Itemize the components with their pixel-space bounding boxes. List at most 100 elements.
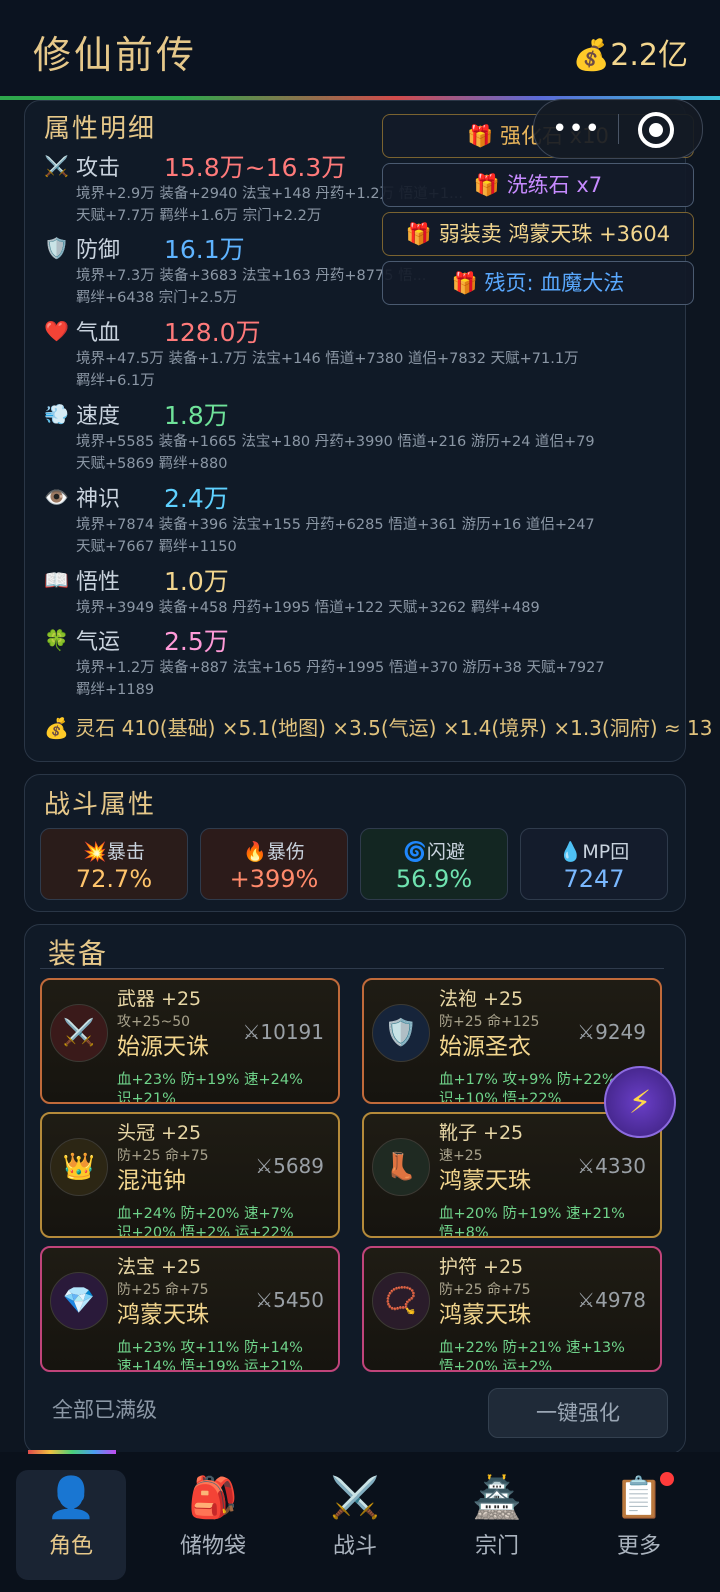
crown-icon: 👑 [50,1138,108,1196]
equip-bonus: 悟+20% 运+2% [439,1359,553,1372]
equipment-title: 装备 [48,937,109,970]
more-dots-icon[interactable]: ••• [552,114,601,144]
nav-character[interactable]: 👤 角色 [16,1470,126,1580]
money-bag-icon: 💰 [44,716,69,740]
nav-label: 更多 [616,1534,661,1559]
equip-card-treasure[interactable]: 💎 法宝 +25 防+25 命+75 鸿蒙天珠 ⚔5450 血+23% 攻+11… [40,1246,340,1372]
attr-name: 悟性 [76,570,121,595]
equip-card-amulet[interactable]: 📿 护符 +25 防+25 命+75 鸿蒙天珠 ⚔4978 血+22% 防+21… [362,1246,662,1372]
stat-label: 🌀闪避 [403,841,465,863]
equip-card-crown[interactable]: 👑 头冠 +25 防+25 命+75 混沌钟 ⚔5689 血+24% 防+20%… [40,1112,340,1238]
capsule-divider [618,114,619,144]
attr-detail: 天赋+7667 羁绊+1150 [76,539,237,555]
equip-name: 混沌钟 [117,1168,186,1194]
equip-power: ⚔5450 [255,1288,324,1312]
attr-name: 气运 [76,630,121,655]
explosion-icon: 💥 [83,841,107,863]
equip-bonus: 血+23% 防+19% 速+24% [117,1072,303,1088]
nav-sect[interactable]: 🏯 宗门 [442,1470,552,1580]
attr-detail: 境界+5585 装备+1665 法宝+180 丹药+3990 悟道+216 游历… [76,434,595,450]
equip-name: 鸿蒙天珠 [439,1302,531,1328]
equip-slot: 头冠 +25 [117,1122,202,1144]
spirit-stone-text: 灵石 410(基础) ×5.1(地图) ×3.5(气运) ×1.4(境界) ×1… [75,716,713,740]
attr-detail: 境界+3949 装备+458 丹药+1995 悟道+122 天赋+3262 羁绊… [76,600,540,616]
reward-toast: 🎁 洗练石 x7 [382,163,694,207]
money-bag-icon: 💰 [572,38,611,73]
clover-icon: 🍀 [44,628,69,652]
combat-title: 战斗属性 [44,790,157,820]
person-icon: 👤 [46,1475,96,1521]
gem-icon: 💎 [50,1272,108,1330]
shield-icon: 🛡️ [44,236,69,260]
attr-name: 速度 [76,404,121,429]
equip-bonus: 血+24% 防+20% 速+7% [117,1206,294,1222]
stat-dodge: 🌀闪避 56.9% [360,828,508,900]
eye-icon: 👁️ [44,485,69,509]
swords-icon: ⚔️ [44,154,69,178]
beads-icon: 📿 [372,1272,430,1330]
boot-icon: 👢 [372,1138,430,1196]
equip-bonus: 识+20% 悟+2% 运+22% [117,1225,294,1238]
equip-card-boots[interactable]: 👢 靴子 +25 速+25 鸿蒙天珠 ⚔4330 血+20% 防+19% 速+2… [362,1112,662,1238]
lightning-fab[interactable]: ⚡ [604,1066,676,1138]
equip-slot: 法宝 +25 [117,1256,202,1278]
clipboard-icon: 📋 [614,1475,664,1521]
toast-text: 洗练石 x7 [506,173,603,197]
nav-more[interactable]: 📋 更多 [584,1470,694,1580]
swords-icon: ⚔ [242,1020,261,1044]
swirl-icon: 🌀 [403,841,427,863]
stat-mp-regen: 💧MP回 7247 [520,828,668,900]
app-title: 修仙前传 [33,33,198,77]
swords-icon: ⚔ [577,1020,596,1044]
attr-value: 16.1万 [164,235,245,264]
equip-bonus: 血+17% 攻+9% 防+22% [439,1072,616,1088]
equip-bonus: 识+10% 悟+22% [439,1091,562,1104]
attr-value: 1.0万 [164,567,229,596]
miniprogram-capsule: ••• [533,99,703,159]
nav-label: 角色 [48,1534,93,1559]
attr-detail: 境界+47.5万 装备+1.7万 法宝+146 悟道+7380 道侣+7832 … [76,351,579,367]
nav-label: 储物袋 [179,1534,246,1559]
gold-amount: 2.2亿 [610,38,688,73]
backpack-icon: 🎒 [188,1475,238,1521]
equip-name: 始源圣衣 [439,1034,531,1060]
swords-icon: ⚔ [255,1288,274,1312]
equip-power: ⚔4978 [577,1288,646,1312]
equip-bonus: 速+14% 悟+19% 运+21% [117,1359,303,1372]
attr-value: 2.5万 [164,627,229,656]
attr-name: 气血 [76,321,121,346]
toast-text: 残页: 血魔大法 [484,271,625,295]
toast-text: 弱装卖 鸿蒙天珠 +3604 [438,222,671,246]
equip-name: 始源天诛 [117,1034,209,1060]
stat-crit: 💥暴击 72.7% [40,828,188,900]
attr-value: 128.0万 [164,318,261,347]
book-icon: 📖 [44,568,69,592]
auto-upgrade-button[interactable]: 一键强化 [488,1388,668,1438]
notification-badge [660,1472,674,1486]
gift-icon: 🎁 [405,222,433,246]
heart-icon: ❤️ [44,319,69,343]
equip-name: 鸿蒙天珠 [117,1302,209,1328]
equip-slot: 武器 +25 [117,988,202,1010]
equip-card-weapon[interactable]: ⚔️ 武器 +25 攻+25~50 始源天诛 ⚔10191 血+23% 防+19… [40,978,340,1104]
gift-icon: 🎁 [467,124,494,148]
stat-value: +399% [229,865,319,893]
swords-icon: ⚔️ [50,1004,108,1062]
equip-power: ⚔10191 [242,1020,324,1044]
droplet-icon: 💧 [558,841,583,863]
stat-value: 56.9% [395,865,473,893]
attr-name: 防御 [76,238,121,263]
equip-name: 鸿蒙天珠 [439,1168,531,1194]
nav-label: 战斗 [332,1534,377,1559]
nav-label: 宗门 [474,1534,519,1559]
wind-icon: 💨 [44,402,69,426]
close-target-icon[interactable] [638,112,674,148]
castle-icon: 🏯 [472,1475,522,1521]
active-tab-indicator [28,1450,116,1454]
equip-bonus: 悟+8% [439,1225,489,1238]
attr-detail: 羁绊+6.1万 [76,373,155,389]
equipment-divider [40,968,664,969]
nav-battle[interactable]: ⚔️ 战斗 [300,1470,410,1580]
nav-inventory[interactable]: 🎒 储物袋 [158,1470,268,1580]
attr-value: 15.8万~16.3万 [164,153,347,182]
